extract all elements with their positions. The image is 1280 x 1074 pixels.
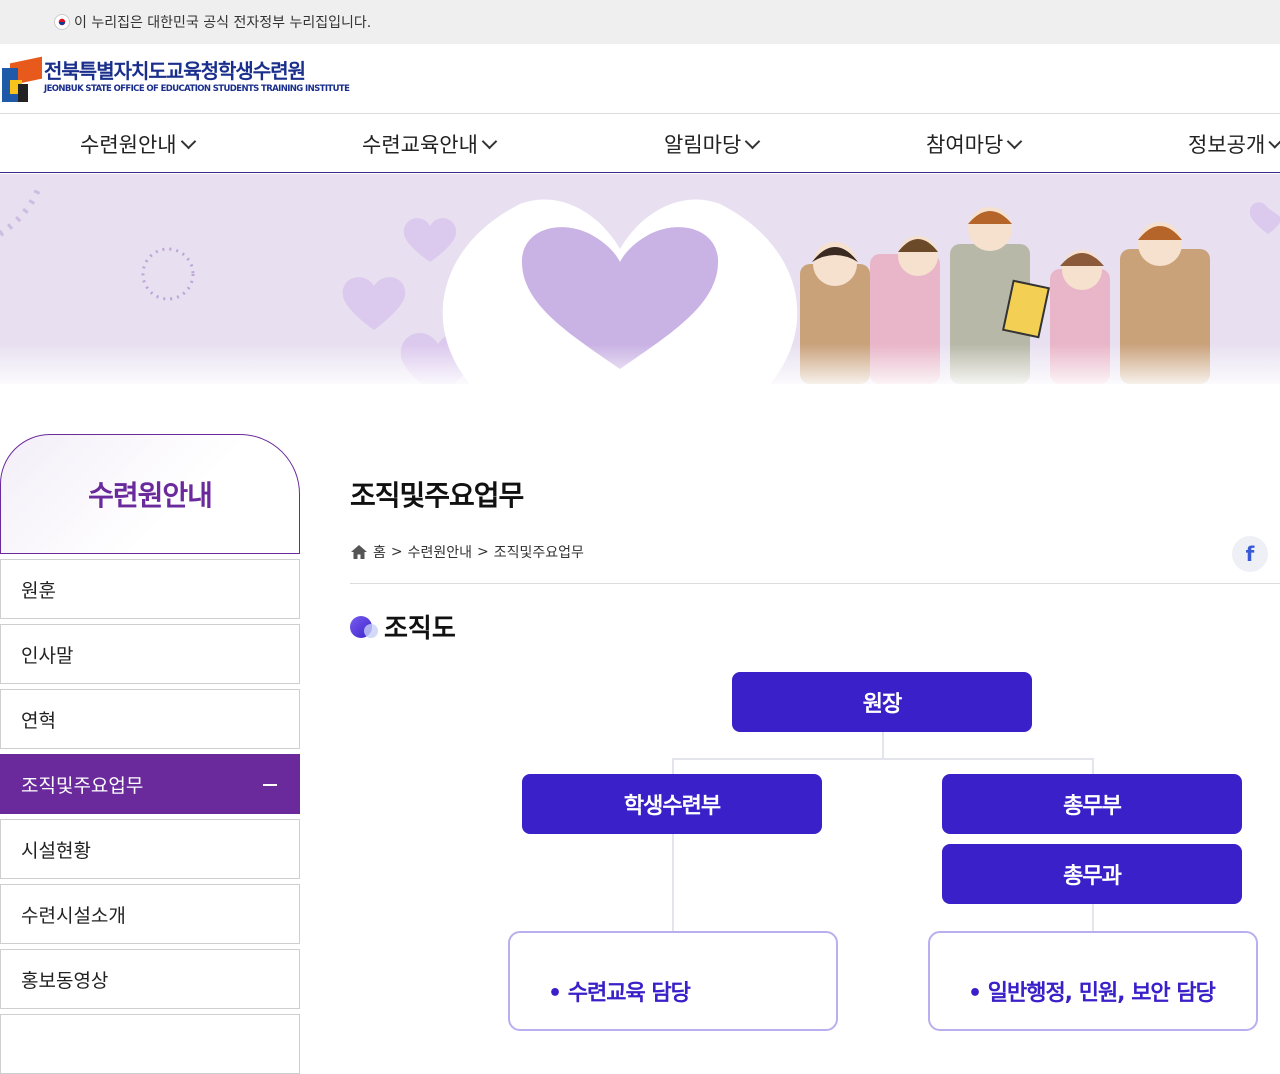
nav-item-label: 알림마당 bbox=[664, 133, 742, 157]
connector-line bbox=[1092, 758, 1094, 774]
sub-nav-item-organization[interactable]: 조직및주요업무 bbox=[0, 754, 300, 814]
connector-line bbox=[672, 834, 674, 934]
breadcrumb: 홈 > 수련원안내 > 조직및주요업무 bbox=[350, 542, 584, 562]
nav-item-guide[interactable]: 수련원안내 bbox=[80, 115, 196, 173]
chevron-down-icon bbox=[180, 133, 196, 149]
org-box-director: 원장 bbox=[732, 672, 1032, 732]
sub-nav-label: 원훈 bbox=[21, 579, 56, 602]
home-icon[interactable] bbox=[350, 544, 368, 560]
org-box-student-training: 학생수련부 bbox=[522, 774, 822, 834]
breadcrumb-separator: > bbox=[477, 544, 489, 560]
gov-banner-text: 이 누리집은 대한민국 공식 전자정부 누리집입니다. bbox=[74, 15, 372, 31]
nav-item-education[interactable]: 수련교육안내 bbox=[362, 115, 498, 173]
org-box-general-affairs: 총무부 bbox=[942, 774, 1242, 834]
nav-item-participation[interactable]: 참여마당 bbox=[926, 115, 1023, 173]
nav-item-label: 정보공개 bbox=[1188, 133, 1266, 157]
page-title: 조직및주요업무 bbox=[350, 479, 524, 512]
sub-nav: 수련원안내 원훈 인사말 연혁 조직및주요업무 시설현황 수련시설소개 홍보동영… bbox=[0, 434, 300, 1074]
gov-banner: 이 누리집은 대한민국 공식 전자정부 누리집입니다. bbox=[0, 0, 1280, 44]
nav-item-label: 참여마당 bbox=[926, 133, 1004, 157]
breadcrumb-separator: > bbox=[390, 544, 403, 560]
korea-flag-icon bbox=[54, 14, 70, 30]
nav-item-disclosure[interactable]: 정보공개 bbox=[1188, 115, 1280, 173]
sub-nav-item-training-facilities[interactable]: 수련시설소개 bbox=[0, 884, 300, 944]
chevron-down-icon bbox=[1007, 133, 1023, 149]
bullet-icon bbox=[350, 615, 378, 638]
section-title-text: 조직도 bbox=[384, 614, 456, 644]
site-logo[interactable]: 전북특별자치도교육청학생수련원 JEONBUK STATE OFFICE OF … bbox=[2, 56, 350, 102]
section-title: 조직도 bbox=[350, 608, 456, 645]
sub-nav-title: 수련원안내 bbox=[88, 479, 213, 512]
duty-box-left: • 수련교육 담당 bbox=[508, 931, 838, 1031]
sub-nav-label: 연혁 bbox=[21, 709, 56, 732]
hero-banner bbox=[0, 174, 1280, 384]
connector-line bbox=[1092, 904, 1094, 934]
sub-nav-item-motto[interactable]: 원훈 bbox=[0, 559, 300, 619]
connector-line bbox=[882, 732, 884, 760]
content-divider bbox=[350, 583, 1280, 584]
duty-item: • 일반행정, 민원, 보안 담당 bbox=[968, 981, 1216, 1006]
banner-fade bbox=[0, 344, 1280, 384]
connector-line bbox=[672, 758, 1094, 760]
logo-mark-icon bbox=[2, 56, 42, 102]
sub-nav-item-greeting[interactable]: 인사말 bbox=[0, 624, 300, 684]
nav-item-notice[interactable]: 알림마당 bbox=[664, 115, 761, 173]
sub-nav-item-promo-video[interactable]: 홍보동영상 bbox=[0, 949, 300, 1009]
breadcrumb-home[interactable]: 홈 bbox=[373, 542, 386, 562]
duty-box-right: • 일반행정, 민원, 보안 담당 bbox=[928, 931, 1258, 1031]
chevron-down-icon bbox=[481, 133, 498, 149]
connector-line bbox=[672, 758, 674, 774]
minus-icon bbox=[263, 784, 277, 786]
sub-nav-label: 시설현황 bbox=[21, 839, 91, 862]
facebook-icon: f bbox=[1245, 542, 1255, 566]
chevron-down-icon bbox=[1268, 134, 1280, 148]
sub-nav-label: 인사말 bbox=[21, 644, 74, 667]
sub-nav-label: 홍보동영상 bbox=[21, 969, 109, 992]
sub-nav-label: 수련시설소개 bbox=[21, 904, 126, 927]
sub-nav-header: 수련원안내 bbox=[0, 434, 300, 554]
chevron-down-icon bbox=[745, 133, 761, 149]
duty-item: • 수련교육 담당 bbox=[548, 981, 691, 1006]
facebook-share-button[interactable]: f bbox=[1232, 536, 1268, 572]
org-box-general-affairs-team: 총무과 bbox=[942, 844, 1242, 904]
breadcrumb-current: 조직및주요업무 bbox=[493, 545, 584, 561]
breadcrumb-level1[interactable]: 수련원안내 bbox=[408, 542, 472, 562]
logo-title: 전북특별자치도교육청학생수련원 bbox=[44, 59, 306, 83]
sub-nav-item-facilities[interactable]: 시설현황 bbox=[0, 819, 300, 879]
sub-nav-label: 조직및주요업무 bbox=[21, 774, 144, 797]
logo-subtitle: JEONBUK STATE OFFICE OF EDUCATION STUDEN… bbox=[44, 84, 350, 94]
sub-nav-item-history[interactable]: 연혁 bbox=[0, 689, 300, 749]
nav-item-label: 수련원안내 bbox=[80, 133, 177, 157]
nav-item-label: 수련교육안내 bbox=[362, 133, 478, 157]
sub-nav-item-next[interactable] bbox=[0, 1014, 300, 1074]
site-header: 전북특별자치도교육청학생수련원 JEONBUK STATE OFFICE OF … bbox=[0, 44, 1280, 114]
main-nav: 수련원안내 수련교육안내 알림마당 참여마당 정보공개 bbox=[0, 115, 1280, 173]
